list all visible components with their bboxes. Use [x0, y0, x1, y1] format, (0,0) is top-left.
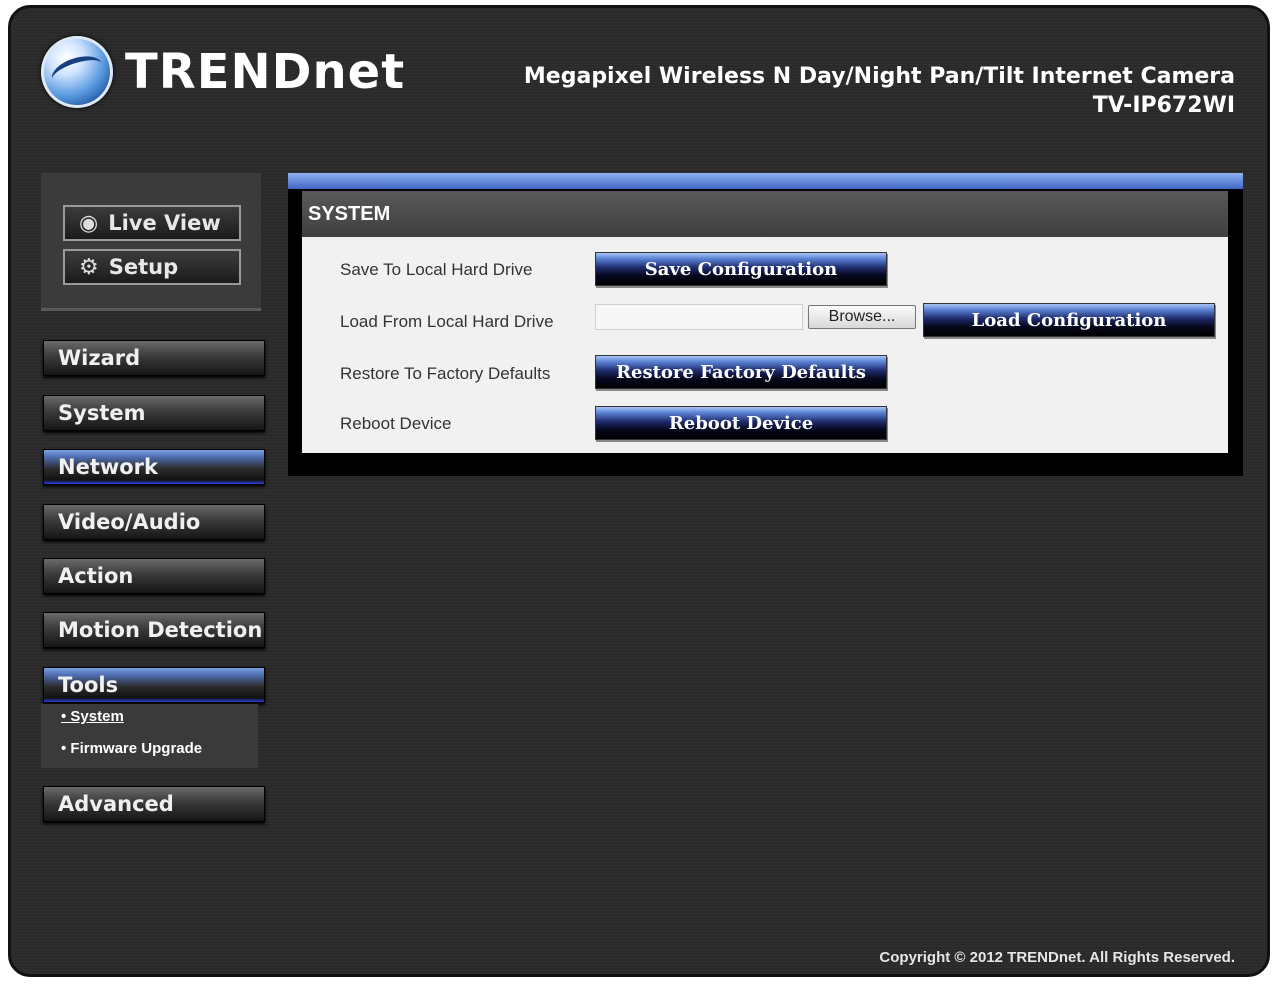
load-configuration-button[interactable]: Load Configuration: [923, 303, 1215, 337]
browse-button[interactable]: Browse...: [808, 305, 916, 329]
quick-links-panel: ◉ Live View ⚙ Setup: [41, 173, 261, 311]
nav-video-audio[interactable]: Video/Audio: [43, 504, 265, 540]
nav-advanced[interactable]: Advanced: [43, 786, 265, 822]
restore-row-label: Restore To Factory Defaults: [340, 364, 551, 383]
setup-button[interactable]: ⚙ Setup: [63, 249, 241, 285]
submenu-firmware-label: Firmware Upgrade: [70, 740, 203, 757]
reboot-row-label: Reboot Device: [340, 414, 452, 433]
setup-label: Setup: [108, 255, 179, 279]
tools-submenu: • System • Firmware Upgrade: [41, 704, 258, 768]
nav-system[interactable]: System: [43, 395, 265, 431]
eye-icon: ◉: [79, 210, 99, 236]
nav-tools[interactable]: Tools: [43, 667, 265, 703]
submenu-system-label: System: [70, 708, 124, 725]
save-row-label: Save To Local Hard Drive: [340, 260, 533, 279]
camera-admin-frame: TRENDnet Megapixel Wireless N Day/Night …: [8, 5, 1270, 977]
gears-icon: ⚙: [79, 254, 99, 280]
submenu-item-firmware-upgrade[interactable]: • Firmware Upgrade: [61, 740, 202, 757]
submenu-item-system[interactable]: • System: [61, 708, 124, 725]
nav-motion-detection[interactable]: Motion Detection: [43, 612, 265, 648]
trendnet-logo: TRENDnet: [41, 36, 405, 108]
live-view-label: Live View: [108, 211, 221, 235]
save-configuration-button[interactable]: Save Configuration: [595, 252, 887, 286]
live-view-button[interactable]: ◉ Live View: [63, 205, 241, 241]
product-name: Megapixel Wireless N Day/Night Pan/Tilt …: [523, 64, 1235, 89]
config-file-input[interactable]: [595, 304, 803, 330]
nav-network[interactable]: Network: [43, 449, 265, 485]
content-top-bar: [288, 173, 1243, 189]
copyright-footer: Copyright © 2012 TRENDnet. All Rights Re…: [879, 949, 1235, 966]
nav-wizard[interactable]: Wizard: [43, 340, 265, 376]
load-row-label: Load From Local Hard Drive: [340, 312, 554, 331]
nav-action[interactable]: Action: [43, 558, 265, 594]
product-model: TV-IP672WI: [1092, 93, 1235, 118]
reboot-device-button[interactable]: Reboot Device: [595, 406, 887, 440]
panel-title: SYSTEM: [302, 191, 1228, 237]
trendnet-globe-icon: [41, 36, 113, 108]
system-panel: Save To Local Hard Drive Save Configurat…: [302, 237, 1228, 453]
restore-factory-defaults-button[interactable]: Restore Factory Defaults: [595, 355, 887, 389]
logo-text: TRENDnet: [125, 44, 406, 100]
product-info: Megapixel Wireless N Day/Night Pan/Tilt …: [524, 64, 1235, 118]
